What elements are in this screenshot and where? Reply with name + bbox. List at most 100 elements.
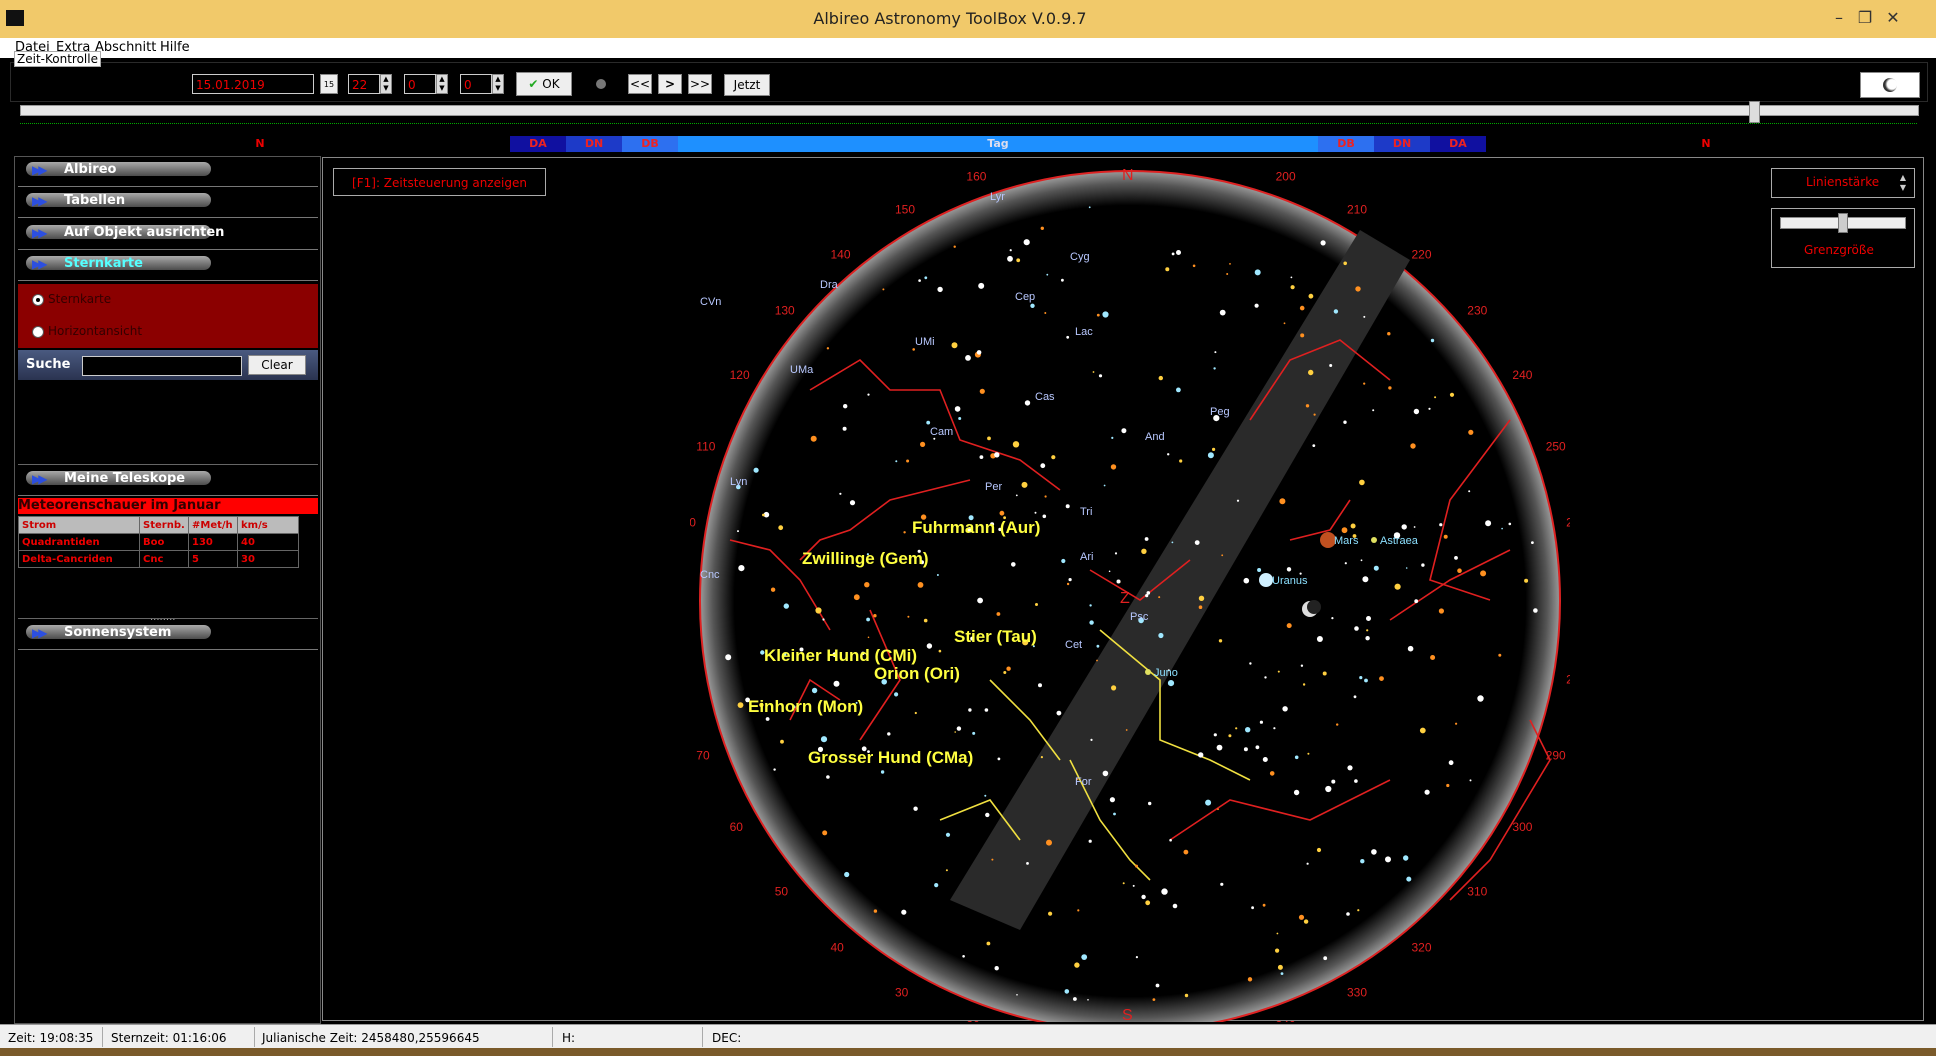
meteor-table: Strom Sternb. #Met/h km/s Quadrantiden B… xyxy=(18,516,299,568)
star xyxy=(1254,269,1261,276)
menu-hilfe[interactable]: Hilfe xyxy=(160,40,190,55)
star xyxy=(979,455,984,459)
star xyxy=(1245,727,1251,733)
radio-horizontansicht[interactable] xyxy=(32,326,44,338)
status-bar: Zeit: 19:08:35 Sternzeit: 01:16:06 Julia… xyxy=(0,1024,1936,1049)
planet-label: Mars xyxy=(1334,535,1359,547)
status-julian: Julianische Zeit: 2458480,25596645 xyxy=(262,1031,480,1045)
star xyxy=(1354,626,1359,631)
constellation-abbrev: Cnc xyxy=(700,569,720,581)
table-row[interactable]: Delta-Cancriden Cnc 5 30 xyxy=(18,550,299,568)
star xyxy=(1279,498,1286,505)
radio-sternkarte[interactable] xyxy=(32,294,44,306)
minute-stepper[interactable]: ▲ ▼ xyxy=(436,74,448,94)
hour-field[interactable]: 22 xyxy=(348,74,380,94)
time-slider-track[interactable] xyxy=(20,105,1919,116)
star xyxy=(1257,568,1262,572)
star xyxy=(842,426,847,431)
star xyxy=(1132,884,1135,887)
step-back-button[interactable]: << xyxy=(628,74,652,94)
star xyxy=(1235,727,1238,730)
star xyxy=(926,643,933,649)
azimuth-label: 250 xyxy=(1546,439,1566,453)
star xyxy=(1158,632,1164,639)
nav-sternkarte[interactable]: ▶▶ Sternkarte xyxy=(18,252,318,281)
check-icon: ✔ xyxy=(528,77,539,91)
nav-albireo[interactable]: ▶▶ Albireo xyxy=(18,158,318,187)
star xyxy=(1407,645,1414,652)
azimuth-label: 110 xyxy=(696,439,715,453)
star xyxy=(937,286,943,293)
star xyxy=(1074,962,1080,968)
play-button[interactable]: > xyxy=(658,74,682,94)
star xyxy=(1283,322,1286,325)
line-width-stepper[interactable]: ▲ ▼ xyxy=(1896,173,1910,193)
menu-abschnitt[interactable]: Abschnitt xyxy=(95,40,156,55)
star xyxy=(737,530,739,533)
star xyxy=(1226,273,1229,275)
moon-phase-button[interactable] xyxy=(1860,72,1920,98)
sky-map[interactable]: N O W S Z 160150140130120110100908070605… xyxy=(690,160,1570,1022)
star xyxy=(978,282,985,289)
hour-stepper[interactable]: ▲ ▼ xyxy=(380,74,392,94)
date-field[interactable]: 15.01.2019 xyxy=(192,74,314,94)
star xyxy=(822,618,825,621)
minimize-button[interactable]: – xyxy=(1826,6,1852,30)
star xyxy=(1365,636,1370,641)
nav-tabellen[interactable]: ▶▶ Tabellen xyxy=(18,189,318,218)
moon-shadow xyxy=(1307,600,1321,614)
nav-sonnensystem[interactable]: ▶▶ Sonnensystem xyxy=(18,621,318,650)
star xyxy=(1498,653,1502,657)
f1-time-control-button[interactable]: [F1]: Zeitsteuerung anzeigen xyxy=(333,168,546,196)
tab-zeit-kontrolle[interactable]: Zeit-Kontrolle xyxy=(14,51,101,67)
clear-button[interactable]: Clear xyxy=(248,355,306,375)
constellation-abbrev: Tri xyxy=(1080,506,1092,518)
star xyxy=(843,404,848,409)
star xyxy=(1275,948,1280,953)
now-button[interactable]: Jetzt xyxy=(724,74,770,96)
close-button[interactable]: ✕ xyxy=(1880,6,1906,30)
azimuth-label: 230 xyxy=(1467,304,1487,318)
time-slider-thumb[interactable] xyxy=(1749,101,1760,123)
star xyxy=(762,513,765,517)
star xyxy=(906,459,910,463)
second-field[interactable]: 0 xyxy=(460,74,492,94)
star xyxy=(1213,733,1217,737)
constellation-abbrev: UMi xyxy=(915,336,935,348)
calendar-button[interactable]: 15 xyxy=(320,74,338,94)
step-forward-button[interactable]: >> xyxy=(688,74,712,94)
star xyxy=(1012,441,1020,448)
star xyxy=(945,869,948,872)
star xyxy=(1414,599,1419,604)
highlighted-constellation-label: Grosser Hund (CMa) xyxy=(808,748,973,767)
star xyxy=(882,288,885,291)
limit-magnitude-thumb[interactable] xyxy=(1838,213,1848,233)
star xyxy=(1172,903,1178,909)
radio-sternkarte-label: Sternkarte xyxy=(48,292,112,306)
limit-magnitude-control: Grenzgröße xyxy=(1771,208,1915,268)
star xyxy=(1145,900,1151,906)
constellation-abbrev: For xyxy=(1075,776,1092,788)
star xyxy=(1413,408,1420,415)
star xyxy=(1438,608,1444,614)
star xyxy=(1064,989,1070,994)
constellation-abbrev: Cep xyxy=(1015,291,1035,303)
constellation-abbrev: CVn xyxy=(700,296,721,308)
star xyxy=(1024,400,1031,406)
daybar-tag: Tag xyxy=(678,136,1318,152)
star xyxy=(1214,351,1217,354)
star xyxy=(1125,729,1128,731)
star xyxy=(1023,239,1030,246)
second-stepper[interactable]: ▲ ▼ xyxy=(492,74,504,94)
highlighted-constellation-label: Fuhrmann (Aur) xyxy=(912,518,1040,537)
star xyxy=(1192,264,1196,268)
table-row[interactable]: Quadrantiden Boo 130 40 xyxy=(18,533,299,551)
nav-auf-objekt-ausrichten[interactable]: ▶▶ Auf Objekt ausrichten xyxy=(18,221,318,250)
minute-field[interactable]: 0 xyxy=(404,74,436,94)
ok-button[interactable]: ✔ OK xyxy=(516,72,572,96)
azimuth-label: 320 xyxy=(1412,940,1432,954)
maximize-button[interactable]: ❐ xyxy=(1852,6,1878,30)
search-input[interactable] xyxy=(82,356,242,376)
nav-meine-teleskope[interactable]: ▶▶ Meine Teleskope xyxy=(18,467,318,496)
star xyxy=(1410,443,1416,449)
